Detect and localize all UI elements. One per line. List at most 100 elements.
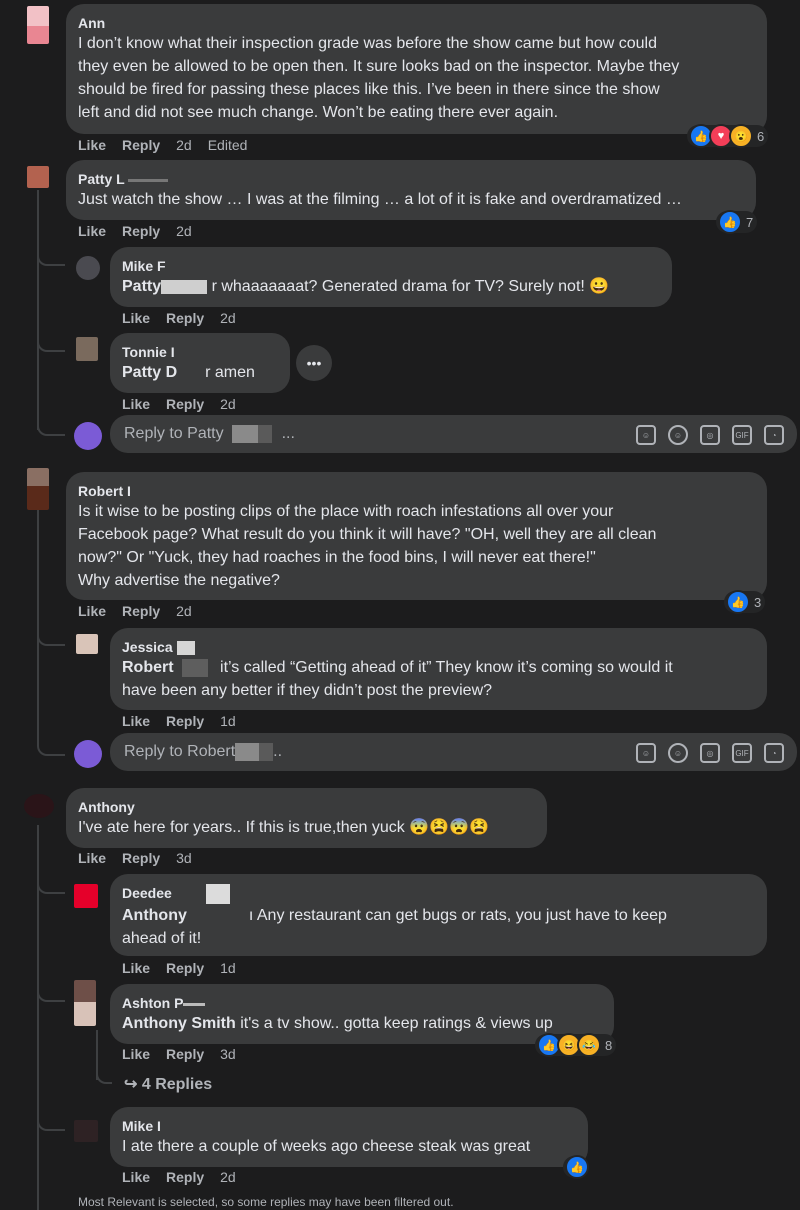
reaction-summary[interactable]: 👍 [563,1155,589,1179]
reply-button[interactable]: Reply [166,713,204,729]
reply-button[interactable]: Reply [166,1046,204,1062]
comment-actions: Like Reply 2d Edited [78,137,263,153]
redaction [182,658,209,677]
sticker-icon[interactable]: ◔ [764,743,784,763]
thread-connector [96,1060,112,1084]
avatar[interactable] [74,980,96,1026]
like-button[interactable]: Like [122,1046,150,1062]
emoji-icon[interactable]: ☺ [668,743,688,763]
mention-tag[interactable]: Anthony Smith [122,1015,236,1032]
mention-tag[interactable]: Anthony [122,907,187,924]
mention-tag[interactable]: Robert [122,659,174,676]
reply-button[interactable]: Reply [166,1169,204,1185]
reaction-summary[interactable]: 👍 😆 😂 8 [535,1033,617,1057]
avatar[interactable] [74,1120,98,1142]
view-more-replies-link[interactable]: ↪ 4 Replies [124,1074,212,1094]
avatar[interactable] [27,468,49,510]
avatar[interactable] [74,740,102,768]
timestamp[interactable]: 1d [220,960,236,976]
comment-text: Is it wise to be posting clips of the pl… [78,503,657,589]
comment-text: have been any better if they didn’t post… [122,682,493,699]
commenter-name[interactable]: Jessica [122,638,755,656]
comment-actions: Like Reply 3d [122,1046,252,1062]
reply-arrow-icon: ↪ [124,1076,138,1093]
reply-button[interactable]: Reply [122,223,160,239]
avatar[interactable] [24,794,54,818]
like-button[interactable]: Like [122,310,150,326]
timestamp[interactable]: 3d [176,850,192,866]
mention-tag[interactable]: Patty [122,278,161,295]
like-button[interactable]: Like [122,960,150,976]
comment-text: I don’t know what their inspection grade… [78,35,680,121]
sticker-icon[interactable]: ◔ [764,425,784,445]
avatar[interactable] [74,422,102,450]
like-button[interactable]: Like [122,1169,150,1185]
edited-label: Edited [207,137,248,153]
commenter-name[interactable]: Deedee [122,884,755,905]
commenter-name[interactable]: Robert I [78,482,755,500]
timestamp[interactable]: 2d [176,223,192,239]
like-button[interactable]: Like [78,223,106,239]
wow-reaction-icon: 😂 [577,1033,601,1057]
emoji-icon[interactable]: ☺ [668,425,688,445]
avatar[interactable] [76,634,98,654]
reply-tools: ☺ ☺ ◎ GIF ◔ [636,743,784,763]
commenter-name[interactable]: Mike I [122,1117,576,1135]
camera-icon[interactable]: ◎ [700,743,720,763]
avatar-sticker-icon[interactable]: ☺ [636,425,656,445]
reaction-summary[interactable]: 👍 3 [724,590,766,614]
like-reaction-icon: 👍 [565,1155,589,1179]
avatar[interactable] [76,256,100,280]
comment-text: r amen [205,364,255,381]
reaction-summary[interactable]: 👍 7 [716,210,758,234]
gif-icon[interactable]: GIF [732,425,752,445]
timestamp[interactable]: 3d [220,1046,236,1062]
comment-actions: Like Reply 2d [122,310,252,326]
more-options-icon[interactable]: ••• [296,345,332,381]
timestamp[interactable]: 2d [176,603,192,619]
redaction [235,743,260,761]
like-button[interactable]: Like [78,850,106,866]
reply-bubble: Ashton P Anthony Smith it's a tv show.. … [110,984,614,1044]
reply-button[interactable]: Reply [166,310,204,326]
thread-connector [37,730,65,756]
timestamp[interactable]: 2d [176,137,192,153]
reply-button[interactable]: Reply [166,396,204,412]
commenter-name[interactable]: Mike F [122,257,660,275]
commenter-name[interactable]: Tonnie I [122,343,278,361]
commenter-name[interactable]: Ashton P [122,994,602,1012]
like-button[interactable]: Like [122,396,150,412]
avatar[interactable] [76,337,98,361]
thread-connector [37,410,65,436]
reply-button[interactable]: Reply [122,850,160,866]
avatar[interactable] [27,166,49,188]
avatar[interactable] [74,884,98,908]
commenter-name[interactable]: Ann [78,14,755,32]
gif-icon[interactable]: GIF [732,743,752,763]
commenter-name[interactable]: Patty L [78,170,744,188]
commenter-name[interactable]: Anthony [78,798,535,816]
reply-button[interactable]: Reply [166,960,204,976]
mention-tag[interactable]: Patty D [122,364,177,381]
reaction-summary[interactable]: 👍 ♥ 😮 6 [687,124,769,148]
reply-button[interactable]: Reply [122,603,160,619]
comment-text: ı Any restaurant can get bugs or rats, y… [248,907,667,925]
camera-icon[interactable]: ◎ [700,425,720,445]
reply-tools: ☺ ☺ ◎ GIF ◔ [636,425,784,445]
reply-button[interactable]: Reply [122,137,160,153]
timestamp[interactable]: 2d [220,310,236,326]
timestamp[interactable]: 1d [220,713,236,729]
comment-text: Just watch the show … I was at the filmi… [78,191,682,208]
comment-text: I ate there a couple of weeks ago cheese… [122,1138,531,1155]
timestamp[interactable]: 2d [220,1169,236,1185]
avatar[interactable] [27,6,49,44]
like-button[interactable]: Like [78,603,106,619]
timestamp[interactable]: 2d [220,396,236,412]
reaction-count: 7 [746,214,754,230]
like-button[interactable]: Like [122,713,150,729]
reply-placeholder: Reply to Robert [124,743,236,760]
redaction [259,743,274,761]
comment-actions: Like Reply 2d [78,223,208,239]
like-button[interactable]: Like [78,137,106,153]
avatar-sticker-icon[interactable]: ☺ [636,743,656,763]
